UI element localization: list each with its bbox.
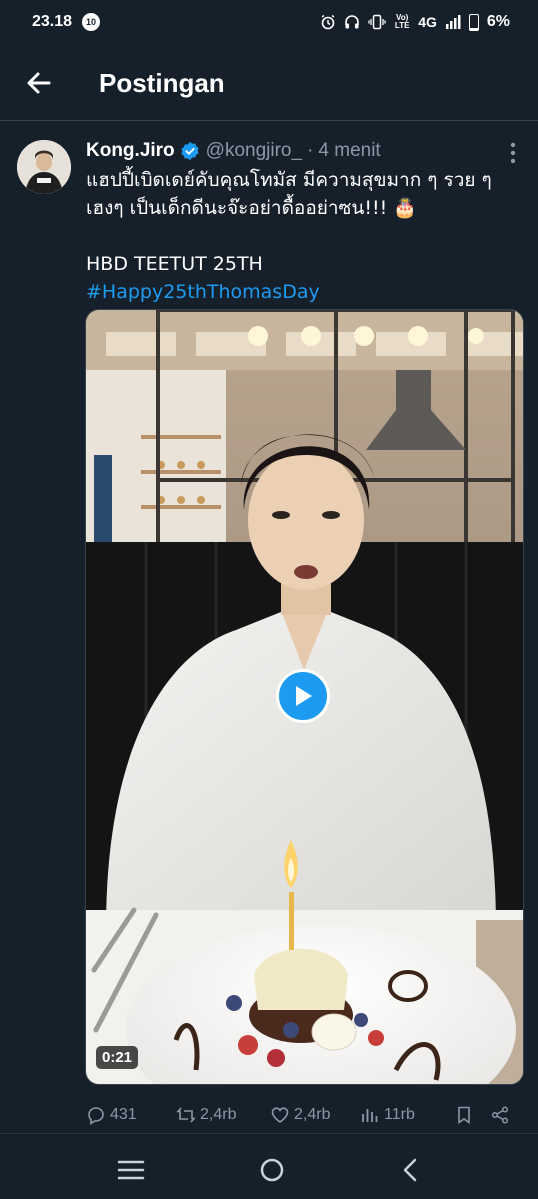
bottom-divider [0, 1133, 538, 1134]
status-right: Vo) LTE 4G 6% [320, 13, 510, 31]
status-bar: 23.18 10 Vo) LTE 4G 6% [0, 0, 538, 44]
battery-icon [468, 13, 479, 31]
volte-label: Vo) LTE [394, 13, 410, 30]
like-count: 2,4rb [294, 1106, 331, 1123]
heart-icon [271, 1107, 289, 1123]
video-player[interactable]: 0:21 [85, 309, 524, 1085]
video-duration: 0:21 [96, 1046, 139, 1069]
verified-badge-icon [181, 141, 199, 161]
like-button[interactable]: 2,4rb [270, 1105, 330, 1125]
views-button[interactable]: 11rb [360, 1105, 415, 1125]
share-icon [491, 1106, 509, 1124]
play-button[interactable] [276, 669, 330, 723]
timestamp[interactable]: 4 menit [318, 140, 380, 162]
back-icon[interactable] [399, 1157, 421, 1183]
status-time: 23.18 [32, 13, 73, 30]
notification-badge-icon: 10 [82, 13, 101, 31]
play-icon [296, 686, 312, 706]
recents-icon[interactable] [117, 1159, 145, 1181]
retweet-count: 2,4rb [200, 1106, 237, 1123]
header-divider [0, 120, 538, 121]
retweet-icon [176, 1107, 196, 1123]
reply-button[interactable]: 431 [86, 1105, 137, 1125]
bookmark-icon [458, 1106, 470, 1125]
back-arrow-icon [27, 72, 51, 94]
system-nav-bar [0, 1140, 538, 1199]
more-options-icon[interactable] [510, 142, 516, 164]
vibrate-icon [368, 14, 386, 30]
app-header: Postingan [0, 52, 538, 114]
separator-dot: · [307, 140, 314, 161]
avatar[interactable] [17, 140, 71, 194]
tweet-text-line-1: แฮปปี้เบิดเดย์คับคุณโทมัส มีความสุขมาก ๆ… [86, 169, 492, 191]
tweet-text-line-3: HBD TEETUT 25TH [86, 253, 263, 275]
views-count: 11rb [384, 1106, 415, 1123]
alarm-icon [321, 14, 335, 30]
hashtag-link[interactable]: #Happy25thThomasDay [86, 278, 516, 306]
network-label: 4G [418, 14, 437, 30]
reply-icon [88, 1107, 104, 1125]
back-button[interactable] [24, 68, 54, 98]
tweet-text: แฮปปี้เบิดเดย์คับคุณโทมัส มีความสุขมาก ๆ… [86, 166, 516, 306]
handle[interactable]: @kongjiro_ [206, 140, 302, 162]
tweet-header: Kong.Jiro @kongjiro_ · 4 menit [86, 138, 498, 164]
signal-icon [445, 15, 461, 29]
share-button[interactable] [490, 1105, 510, 1125]
avatar-image [17, 140, 71, 194]
views-icon [362, 1109, 378, 1122]
page-title: Postingan [99, 67, 225, 98]
bookmark-button[interactable] [454, 1105, 474, 1125]
tweet-text-spacer [86, 222, 516, 250]
reply-count: 431 [110, 1106, 137, 1123]
tweet-actions: 431 2,4rb 2,4rb 11rb [86, 1100, 516, 1130]
headset-icon [345, 15, 359, 29]
retweet-button[interactable]: 2,4rb [176, 1105, 236, 1125]
status-left: 23.18 10 [32, 13, 101, 31]
battery-level: 6% [486, 13, 510, 30]
tweet-text-line-2: เฮงๆ เป็นเด็กดีนะจ๊ะอย่าดื้ออย่าซน!!! 🎂 [86, 197, 417, 219]
display-name[interactable]: Kong.Jiro [86, 140, 175, 162]
home-icon[interactable] [258, 1156, 286, 1184]
